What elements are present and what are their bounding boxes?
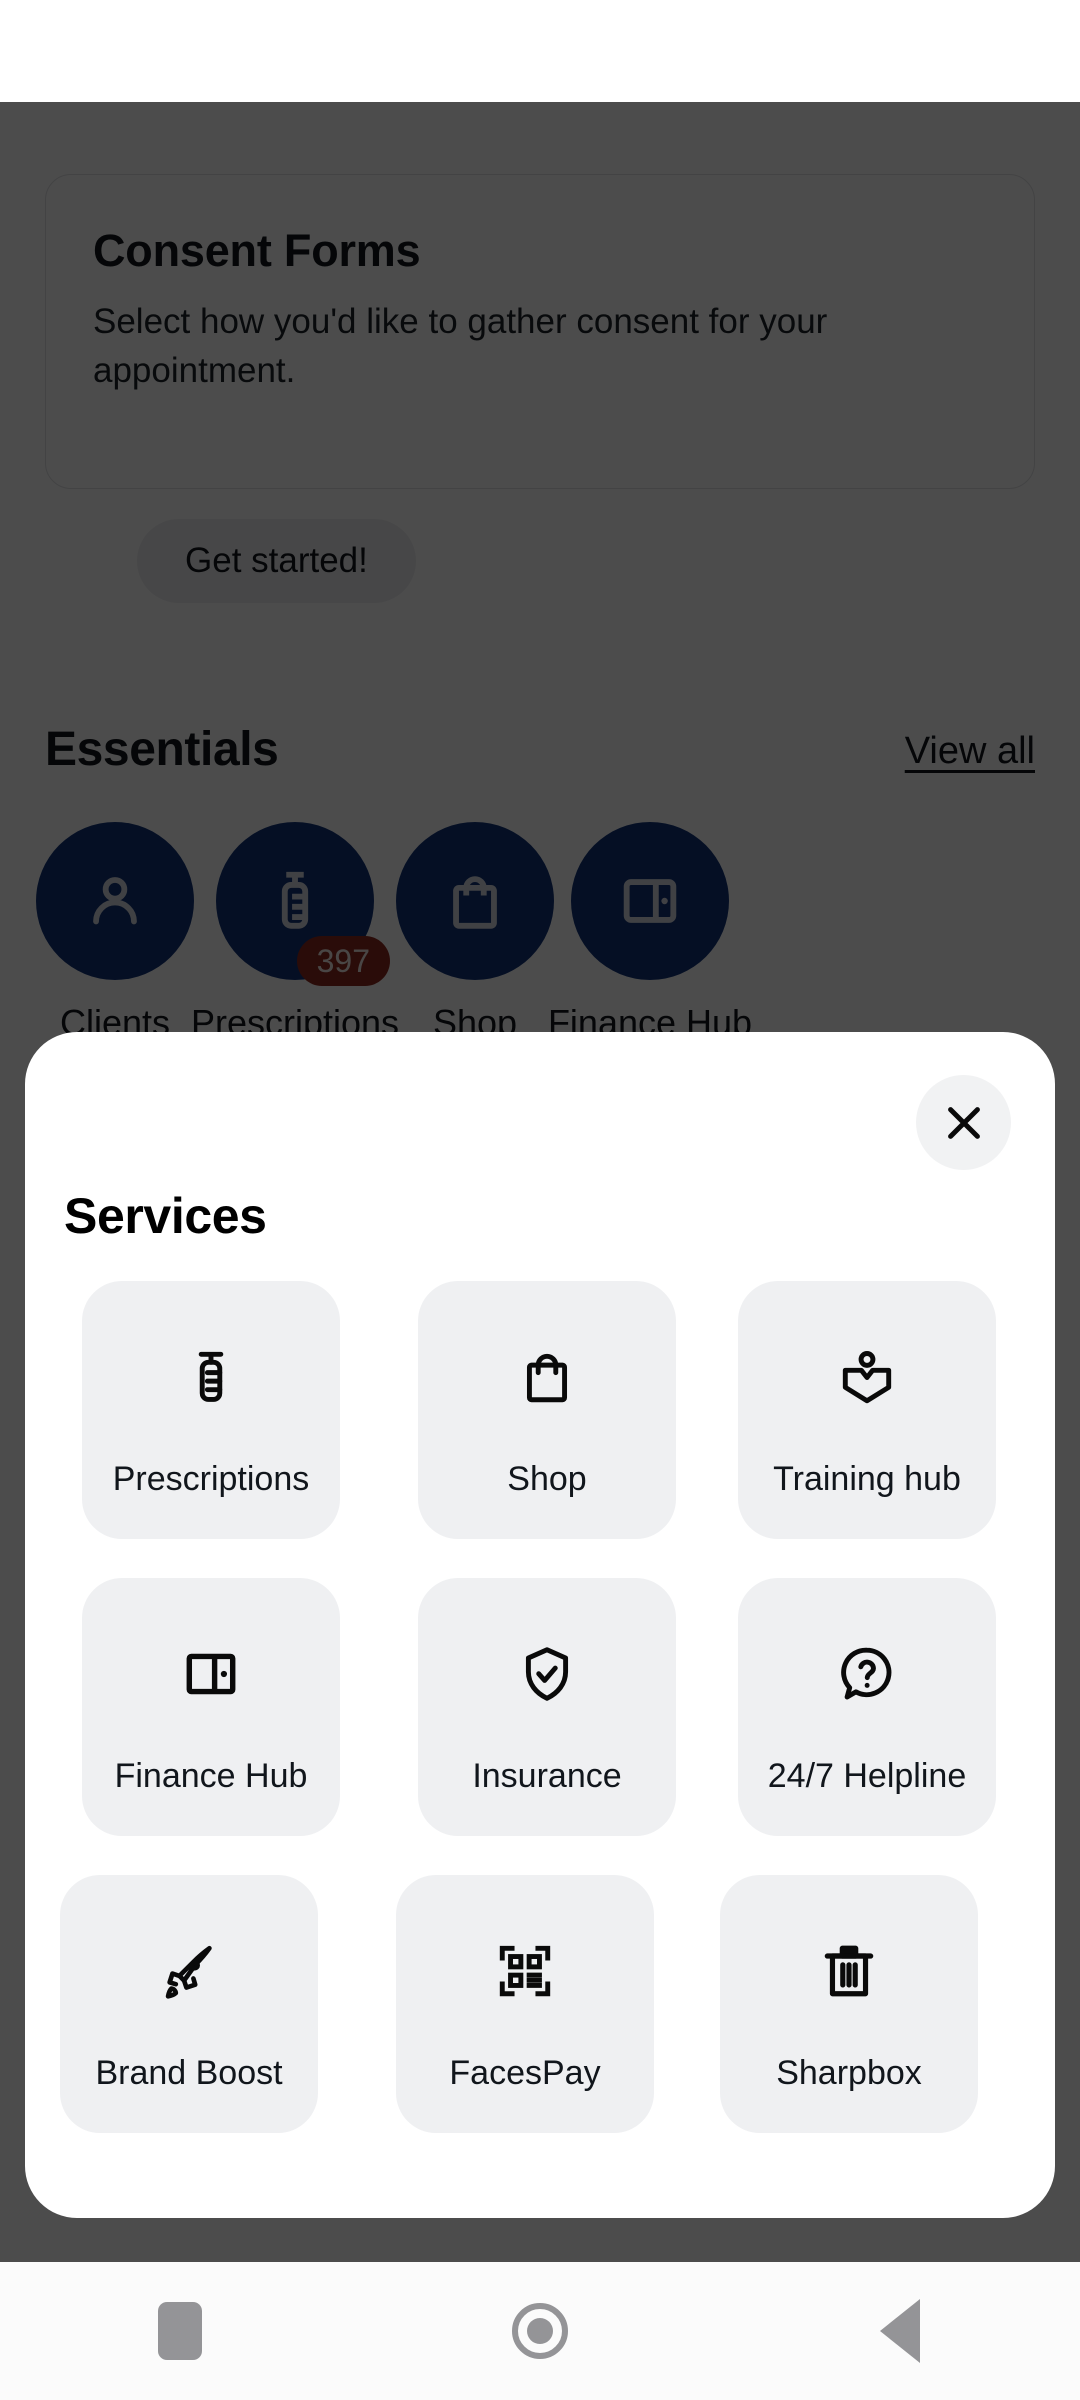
circle-icon [512,2303,568,2359]
service-tile-facespay[interactable]: FacesPay [396,1875,654,2133]
square-icon [158,2302,202,2360]
shopping-bag-icon [526,1353,568,1403]
trash-bin-icon [824,1945,874,1997]
service-icon-wrap [180,1641,242,1707]
get-started-button[interactable]: Get started! [137,519,416,603]
service-label: Shop [507,1460,587,1498]
service-icon-wrap [516,1344,578,1410]
service-tile-training-hub[interactable]: Training hub [738,1281,996,1539]
essential-item-finance-hub[interactable]: Finance Hub [515,822,785,1044]
question-bubble-icon [841,1647,892,1700]
service-label: Insurance [472,1757,622,1795]
person-icon [93,877,137,925]
service-icon-wrap [158,1938,220,2004]
essentials-title: Essentials [45,723,279,776]
service-icon-wrap [818,1938,880,2004]
service-label: Sharpbox [776,2054,922,2092]
service-tile-helpline[interactable]: 24/7 Helpline [738,1578,996,1836]
service-label: Finance Hub [114,1757,308,1795]
shopping-bag-icon [453,876,497,929]
service-label: Training hub [773,1460,961,1498]
android-navigation-bar [0,2262,1080,2400]
nav-back-button[interactable] [810,2262,990,2400]
service-label: 24/7 Helpline [767,1757,967,1795]
consent-card-footer: Get started! [45,174,1035,603]
close-button[interactable] [916,1075,1011,1170]
services-sheet-title: Services [64,1188,267,1244]
status-bar [0,0,1080,102]
qr-code-icon [499,1945,551,1997]
rocket-icon [165,1945,212,1999]
service-tile-sharpbox[interactable]: Sharpbox [720,1875,978,2133]
service-tile-shop[interactable]: Shop [418,1281,676,1539]
view-all-link[interactable]: View all [905,730,1035,773]
nav-recents-button[interactable] [90,2262,270,2400]
service-label: Brand Boost [95,2054,283,2092]
shield-check-icon [525,1647,569,1701]
service-tile-insurance[interactable]: Insurance [418,1578,676,1836]
service-label: Prescriptions [112,1460,310,1498]
wallet-icon [186,1653,236,1695]
essentials-header: Essentials View all [0,722,1080,792]
service-icon-wrap [836,1641,898,1707]
close-icon [947,1106,980,1139]
service-icon-wrap [180,1344,242,1410]
service-tile-prescriptions[interactable]: Prescriptions [82,1281,340,1539]
essentials-row: Clients 397 Prescriptions Shop Finance H… [0,822,1080,1062]
service-tile-finance-hub[interactable]: Finance Hub [82,1578,340,1836]
triangle-left-icon [880,2299,920,2363]
vial-icon [281,871,309,929]
training-book-icon [842,1351,892,1404]
vial-icon [198,1351,224,1402]
service-label: FacesPay [449,2054,601,2092]
service-icon-wrap [494,1938,556,2004]
nav-home-button[interactable] [450,2262,630,2400]
finance-hub-icon-circle [571,822,729,980]
service-tile-brand-boost[interactable]: Brand Boost [60,1875,318,2133]
service-icon-wrap [516,1641,578,1707]
wallet-icon [623,879,677,923]
service-icon-wrap [836,1344,898,1410]
